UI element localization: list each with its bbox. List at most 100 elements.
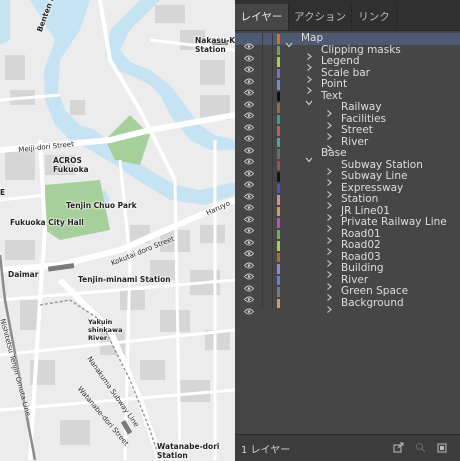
eye-icon[interactable] — [243, 254, 255, 268]
column-divider — [272, 194, 273, 206]
layer-name: Text — [321, 89, 343, 102]
daimaru-label: Daimar — [8, 270, 39, 279]
map-canvas[interactable]: Benten Bridg Nakasu-Kaw Station Meiji-do… — [0, 0, 235, 460]
tab-layers[interactable]: レイヤー — [235, 4, 289, 30]
eye-icon[interactable] — [243, 300, 255, 314]
eye-icon[interactable] — [243, 93, 255, 107]
layer-color-swatch — [277, 126, 280, 136]
column-divider — [262, 205, 263, 217]
search-icon[interactable] — [415, 442, 426, 453]
column-divider — [262, 148, 263, 160]
chevron-right-icon[interactable] — [325, 195, 333, 209]
layer-row[interactable]: River — [235, 136, 460, 153]
column-divider — [272, 286, 273, 298]
chevron-right-icon[interactable] — [325, 172, 333, 186]
tab-links[interactable]: リンク — [352, 4, 397, 30]
eye-icon[interactable] — [243, 116, 255, 130]
nakasu-kawabata-label: Nakasu-Kaw — [195, 36, 235, 45]
chevron-down-icon[interactable] — [305, 92, 313, 105]
eye-icon[interactable] — [243, 288, 255, 303]
eye-icon[interactable] — [243, 35, 255, 50]
column-divider — [262, 44, 263, 56]
column-divider — [272, 205, 273, 217]
watanabe-dori-station-label: Watanabe-dori — [157, 442, 220, 451]
chevron-right-icon[interactable] — [325, 115, 333, 129]
eye-icon[interactable] — [243, 81, 255, 96]
tenjin-chuo-park-label: Tenjin Chuo Park — [66, 201, 137, 210]
eye-icon[interactable] — [243, 208, 255, 222]
eye-icon[interactable] — [243, 47, 255, 61]
eye-icon[interactable] — [243, 242, 255, 257]
chevron-right-icon[interactable] — [325, 276, 333, 290]
layer-row[interactable]: Scale bar — [235, 67, 460, 84]
column-divider — [262, 297, 263, 309]
chevron-down-icon[interactable] — [305, 149, 313, 163]
layer-color-swatch — [277, 137, 280, 147]
layer-name: Map — [301, 32, 324, 44]
chevron-right-icon[interactable] — [325, 218, 333, 232]
tenjin-minami-station-label: Tenjin-minami Station — [78, 275, 171, 284]
layer-color-swatch — [277, 172, 280, 182]
chevron-down-icon[interactable] — [285, 34, 293, 48]
eye-icon[interactable] — [243, 150, 255, 165]
chevron-right-icon[interactable] — [325, 184, 333, 198]
chevron-right-icon[interactable] — [305, 69, 313, 83]
tab-actions[interactable]: アクション — [289, 4, 352, 30]
eye-icon[interactable] — [243, 58, 255, 73]
chevron-right-icon[interactable] — [325, 138, 333, 152]
eye-icon[interactable] — [243, 231, 255, 245]
layer-row[interactable]: Background — [235, 296, 460, 314]
chevron-right-icon[interactable] — [305, 80, 313, 94]
layer-color-swatch — [277, 80, 280, 90]
column-divider — [262, 171, 263, 183]
layer-color-swatch — [277, 45, 280, 55]
eye-icon[interactable] — [243, 162, 255, 176]
column-divider — [262, 79, 263, 91]
eye-icon[interactable] — [243, 173, 255, 188]
chevron-right-icon[interactable] — [325, 103, 333, 117]
eye-icon[interactable] — [243, 277, 255, 291]
chevron-right-icon[interactable] — [305, 57, 313, 71]
eye-icon[interactable] — [243, 196, 255, 211]
chevron-right-icon[interactable] — [325, 207, 333, 221]
column-divider — [272, 159, 273, 171]
column-divider — [262, 159, 263, 171]
layer-color-swatch — [277, 149, 280, 159]
eye-icon[interactable] — [243, 219, 255, 234]
export-icon[interactable] — [393, 442, 404, 453]
eye-icon[interactable] — [243, 70, 255, 84]
chevron-right-icon[interactable] — [325, 264, 333, 278]
layer-row[interactable]: Point — [235, 78, 460, 96]
chevron-right-icon[interactable] — [325, 299, 333, 313]
layer-color-swatch — [277, 91, 280, 101]
eye-icon[interactable] — [243, 139, 255, 153]
column-divider — [272, 148, 273, 160]
tenjin-chuo-park-area — [45, 180, 110, 240]
column-divider — [272, 297, 273, 309]
column-divider — [272, 228, 273, 240]
new-layer-icon[interactable] — [437, 442, 448, 453]
chevron-right-icon[interactable] — [305, 46, 313, 60]
layer-color-swatch — [277, 57, 280, 67]
chevron-right-icon[interactable] — [325, 287, 333, 301]
column-divider — [272, 33, 273, 45]
panel-footer: 1 レイヤー — [235, 434, 460, 461]
acros-label: ACROS — [53, 156, 82, 165]
chevron-right-icon[interactable] — [325, 230, 333, 244]
chevron-right-icon[interactable] — [325, 253, 333, 267]
eye-icon[interactable] — [243, 127, 255, 142]
chevron-right-icon[interactable] — [325, 241, 333, 255]
eye-icon[interactable] — [243, 104, 255, 119]
layer-count: 1 レイヤー — [241, 445, 291, 456]
eye-icon[interactable] — [243, 185, 255, 199]
column-divider — [262, 217, 263, 229]
column-divider — [262, 286, 263, 298]
column-divider — [262, 251, 263, 263]
chevron-right-icon[interactable] — [325, 161, 333, 175]
column-divider — [272, 125, 273, 137]
eye-icon[interactable] — [243, 265, 255, 280]
layer-name: Background — [341, 296, 404, 309]
layer-color-swatch — [277, 160, 280, 170]
chevron-right-icon[interactable] — [325, 126, 333, 140]
layer-color-swatch — [277, 252, 280, 262]
